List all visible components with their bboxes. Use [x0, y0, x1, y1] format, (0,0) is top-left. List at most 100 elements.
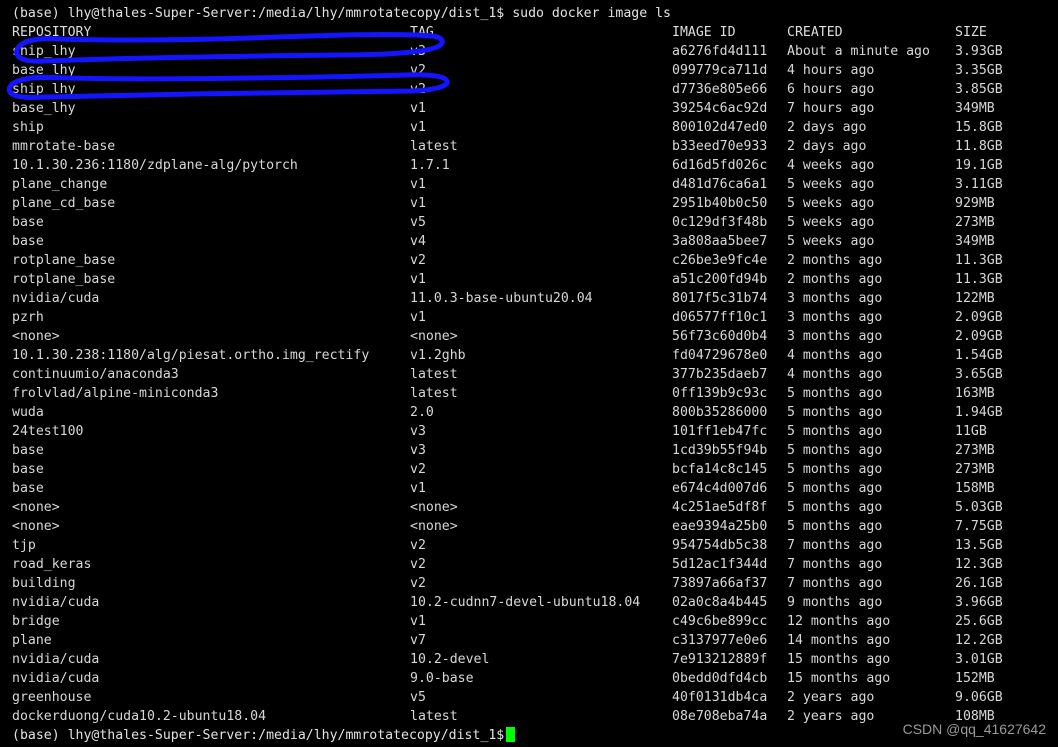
cell-image-id: d7736e805e66	[672, 82, 768, 97]
cell-tag: v2	[410, 63, 426, 78]
cell-image-id: c3137977e0e6	[672, 633, 768, 648]
cell-repository: nvidia/cuda	[12, 595, 100, 610]
cell-tag: 10.2-devel	[410, 652, 490, 667]
cell-repository: ship_lhy	[12, 44, 76, 59]
cell-tag: v1	[410, 120, 426, 135]
cell-repository: 10.1.30.236:1180/zdplane-alg/pytorch	[12, 158, 298, 173]
cell-tag: latest	[410, 367, 458, 382]
csdn-watermark: CSDN @qq_41627642	[902, 721, 1046, 737]
cell-size: 349MB	[955, 101, 995, 116]
cell-repository: ship_lhy	[12, 82, 76, 97]
cell-image-id: 56f73c60d0b4	[672, 329, 768, 344]
table-row: mmrotate-base latest b33eed70e933 2 days ag…	[0, 137, 1058, 156]
cell-created: 2 days ago	[787, 120, 867, 135]
cell-tag: <none>	[410, 519, 458, 534]
table-row: base_lhy v2 099779ca711d 4 hours ago 3.35GB	[0, 61, 1058, 80]
cell-created: 2 months ago	[787, 272, 883, 287]
cell-created: 5 months ago	[787, 424, 883, 439]
table-row: base v4 3a808aa5bee7 5 weeks ago 349MB	[0, 232, 1058, 251]
table-row: base v3 1cd39b55f94b 5 months ago 273MB	[0, 441, 1058, 460]
cell-tag: v3	[410, 443, 426, 458]
cell-created: 7 hours ago	[787, 101, 875, 116]
table-row: 10.1.30.238:1180/alg/piesat.ortho.img_re…	[0, 346, 1058, 365]
cell-image-id: a51c200fd94b	[672, 272, 768, 287]
cell-size: 273MB	[955, 462, 995, 477]
table-row: plane v7 c3137977e0e6 14 months ago 12.2GB	[0, 631, 1058, 650]
cell-repository: nvidia/cuda	[12, 671, 100, 686]
cell-size: 13.5GB	[955, 538, 1003, 553]
cell-repository: <none>	[12, 329, 60, 344]
cell-created: 5 weeks ago	[787, 234, 875, 249]
command-prompt-line: (base) lhy@thales-Super-Server:/media/lh…	[12, 6, 671, 21]
cell-created: 5 months ago	[787, 386, 883, 401]
cell-created: 5 months ago	[787, 519, 883, 534]
cell-size: 11.8GB	[955, 139, 1003, 154]
cell-tag: v1.2ghb	[410, 348, 466, 363]
cell-image-id: 08e708eba74a	[672, 709, 768, 724]
cell-size: 19.1GB	[955, 158, 1003, 173]
column-header-image-id: IMAGE ID	[672, 25, 736, 40]
table-row: nvidia/cuda 10.2-devel 7e913212889f 15 mont…	[0, 650, 1058, 669]
table-row: <none> <none> 56f73c60d0b4 3 months ago 2.09…	[0, 327, 1058, 346]
cell-created: 3 months ago	[787, 310, 883, 325]
terminal-window[interactable]: (base) lhy@thales-Super-Server:/media/lh…	[0, 0, 1058, 747]
cell-image-id: 101ff1eb47fc	[672, 424, 768, 439]
cell-repository: pzrh	[12, 310, 44, 325]
cell-created: 5 weeks ago	[787, 196, 875, 211]
cell-image-id: d06577ff10c1	[672, 310, 768, 325]
cell-created: 2 years ago	[787, 690, 875, 705]
cell-size: 1.54GB	[955, 348, 1003, 363]
cell-image-id: 800102d47ed0	[672, 120, 768, 135]
cell-size: 3.01GB	[955, 652, 1003, 667]
cell-tag: v4	[410, 234, 426, 249]
cell-created: 2 years ago	[787, 709, 875, 724]
cell-repository: tjp	[12, 538, 36, 553]
cell-tag: v1	[410, 614, 426, 629]
cell-size: 5.03GB	[955, 500, 1003, 515]
cell-repository: base_lhy	[12, 101, 76, 116]
cell-tag: 2.0	[410, 405, 434, 420]
trailing-prompt-line[interactable]: (base) lhy@thales-Super-Server:/media/lh…	[0, 726, 1058, 745]
cell-tag: v1	[410, 177, 426, 192]
table-row: wuda 2.0 800b35286000 5 months ago 1.94GB	[0, 403, 1058, 422]
cell-repository: frolvlad/alpine-miniconda3	[12, 386, 219, 401]
cell-image-id: 40f0131db4ca	[672, 690, 768, 705]
cell-size: 1.94GB	[955, 405, 1003, 420]
cell-tag: v2	[410, 82, 426, 97]
cell-image-id: e674c4d007d6	[672, 481, 768, 496]
cell-created: 5 months ago	[787, 481, 883, 496]
cell-repository: mmrotate-base	[12, 139, 116, 154]
cell-tag: v1	[410, 272, 426, 287]
cell-created: 4 hours ago	[787, 63, 875, 78]
cell-image-id: 0ff139b9c93c	[672, 386, 768, 401]
cell-image-id: 73897a66af37	[672, 576, 768, 591]
cell-repository: <none>	[12, 500, 60, 515]
cell-size: 9.06GB	[955, 690, 1003, 705]
cell-size: 2.09GB	[955, 310, 1003, 325]
cell-repository: plane_cd_base	[12, 196, 116, 211]
table-row: ship_lhy v3 a6276fd4d111 About a minute ago…	[0, 42, 1058, 61]
cell-created: 5 months ago	[787, 500, 883, 515]
cell-image-id: 2951b40b0c50	[672, 196, 768, 211]
table-row: <none> <none> 4c251ae5df8f 5 months ago 5.03…	[0, 498, 1058, 517]
cell-created: 7 months ago	[787, 538, 883, 553]
cell-size: 273MB	[955, 215, 995, 230]
cell-created: 7 months ago	[787, 576, 883, 591]
cell-size: 11.3GB	[955, 253, 1003, 268]
cell-repository: rotplane_base	[12, 272, 116, 287]
cell-size: 3.35GB	[955, 63, 1003, 78]
cell-tag: latest	[410, 386, 458, 401]
cell-repository: building	[12, 576, 76, 591]
cell-repository: nvidia/cuda	[12, 652, 100, 667]
cell-size: 122MB	[955, 291, 995, 306]
table-row: ship v1 800102d47ed0 2 days ago 15.8GB	[0, 118, 1058, 137]
cell-tag: v3	[410, 44, 426, 59]
table-row: building v2 73897a66af37 7 months ago 26.1GB	[0, 574, 1058, 593]
table-row: rotplane_base v1 a51c200fd94b 2 months ago 1…	[0, 270, 1058, 289]
table-row: pzrh v1 d06577ff10c1 3 months ago 2.09GB	[0, 308, 1058, 327]
cell-size: 3.93GB	[955, 44, 1003, 59]
cell-size: 11.3GB	[955, 272, 1003, 287]
cell-repository: <none>	[12, 519, 60, 534]
cell-size: 11GB	[955, 424, 987, 439]
block-cursor-icon	[506, 727, 516, 742]
